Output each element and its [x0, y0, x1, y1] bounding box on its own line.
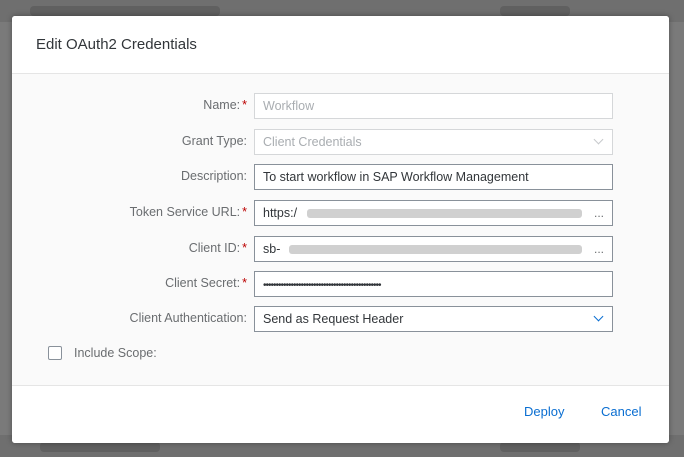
- client-id-input[interactable]: sb- ...: [254, 236, 613, 262]
- background-blurred-text: [500, 442, 580, 452]
- token-service-url-input[interactable]: https:/ ...: [254, 200, 613, 226]
- token-service-url-row: Token Service URL: * https:/ ...: [12, 200, 669, 226]
- dialog-footer: Deploy Cancel: [12, 385, 669, 443]
- client-id-row: Client ID: * sb- ...: [12, 236, 669, 262]
- client-secret-row: Client Secret: * ••••••••••••••••••••••••…: [12, 271, 669, 297]
- include-scope-row: Include Scope:: [48, 344, 157, 362]
- overflow-ellipsis: ...: [593, 242, 604, 256]
- required-marker: *: [242, 241, 247, 255]
- name-label: Name: *: [203, 98, 247, 112]
- include-scope-checkbox[interactable]: [48, 346, 62, 360]
- background-blurred-text: [40, 442, 160, 452]
- client-secret-value: ••••••••••••••••••••••••••••••••••••••••…: [263, 280, 382, 291]
- client-secret-input[interactable]: ••••••••••••••••••••••••••••••••••••••••…: [254, 271, 613, 297]
- edit-oauth2-credentials-dialog: Edit OAuth2 Credentials Name: * Workflow …: [12, 16, 669, 443]
- name-input[interactable]: Workflow: [254, 93, 613, 119]
- description-row: Description: To start workflow in SAP Wo…: [12, 164, 669, 190]
- required-marker: *: [242, 98, 247, 112]
- name-row: Name: * Workflow: [12, 93, 669, 119]
- deploy-button[interactable]: Deploy: [524, 404, 564, 419]
- redacted-text: [289, 245, 582, 254]
- dialog-header: Edit OAuth2 Credentials: [12, 16, 669, 74]
- credentials-form: Name: * Workflow Grant Type: Client Crede…: [12, 74, 669, 385]
- include-scope-label: Include Scope:: [74, 346, 157, 360]
- token-service-url-label: Token Service URL: *: [129, 205, 247, 219]
- required-marker: *: [242, 276, 247, 290]
- redacted-text: [307, 209, 582, 218]
- grant-type-select[interactable]: Client Credentials: [254, 129, 613, 155]
- background-blurred-text: [500, 6, 570, 16]
- overflow-ellipsis: ...: [593, 206, 604, 220]
- dialog-title: Edit OAuth2 Credentials: [36, 36, 197, 53]
- client-authentication-row: Client Authentication: Send as Request H…: [12, 306, 669, 332]
- client-authentication-select[interactable]: Send as Request Header: [254, 306, 613, 332]
- cancel-button[interactable]: Cancel: [601, 404, 641, 419]
- description-label: Description:: [181, 169, 247, 183]
- grant-type-label: Grant Type:: [181, 134, 247, 148]
- chevron-down-icon: [593, 311, 604, 322]
- background-blurred-text: [30, 6, 220, 16]
- grant-type-row: Grant Type: Client Credentials: [12, 129, 669, 155]
- client-authentication-label: Client Authentication:: [129, 311, 247, 325]
- description-input[interactable]: To start workflow in SAP Workflow Manage…: [254, 164, 613, 190]
- required-marker: *: [242, 205, 247, 219]
- chevron-down-icon: [593, 134, 604, 145]
- client-secret-label: Client Secret: *: [165, 276, 247, 290]
- client-id-label: Client ID: *: [188, 241, 247, 255]
